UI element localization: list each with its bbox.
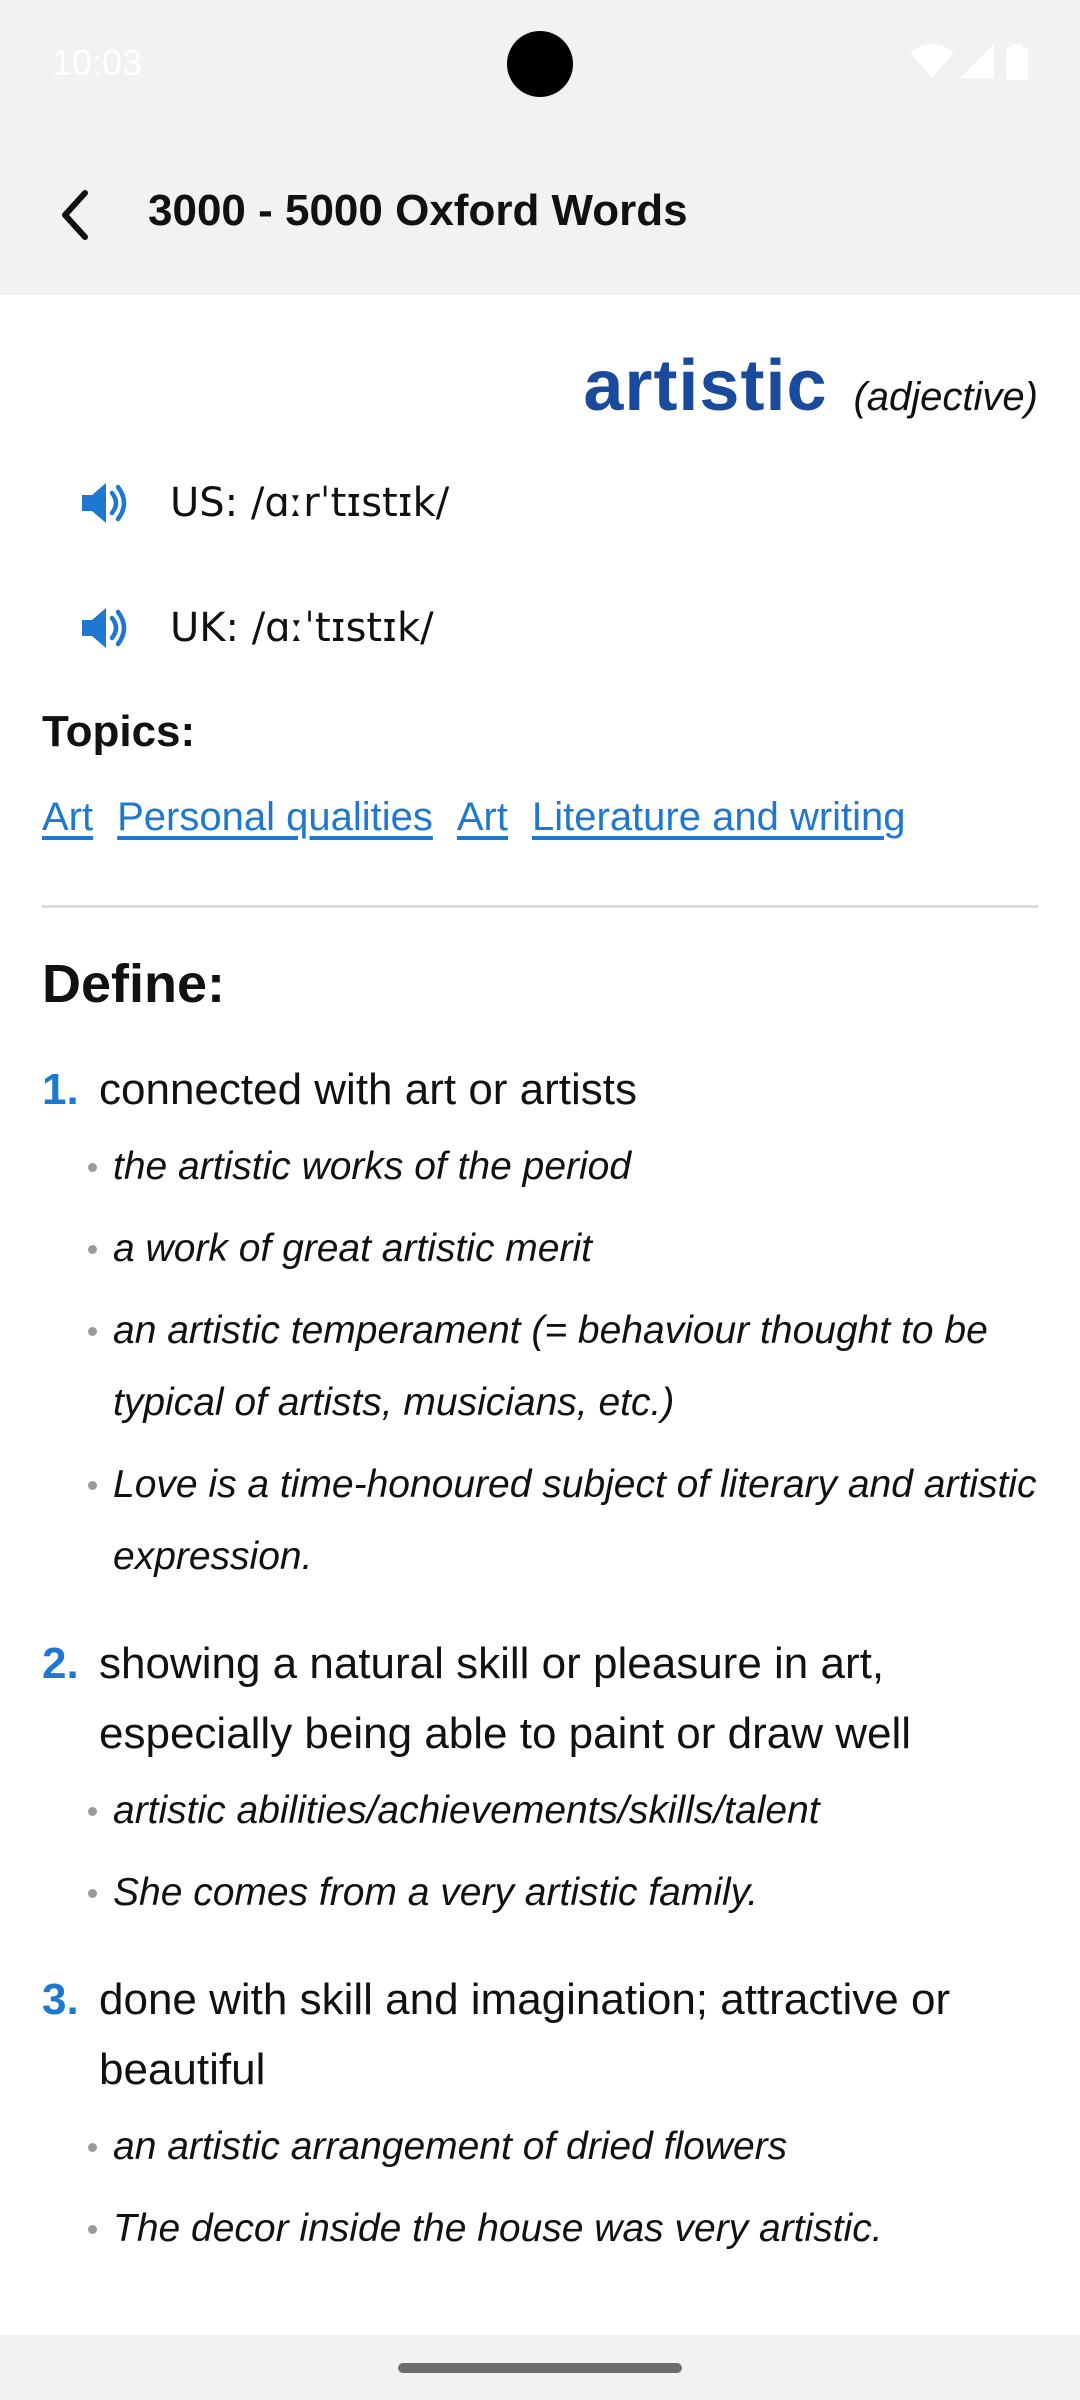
topic-link[interactable]: Literature and writing <box>532 795 906 840</box>
back-arrow-icon <box>62 190 88 240</box>
example-sentence: an artistic temperament (= behaviour tho… <box>42 1295 1038 1439</box>
sense-item: 1. connected with art or artists the art… <box>42 1055 1038 1593</box>
topic-link[interactable]: Art <box>42 795 93 840</box>
topic-link[interactable]: Personal qualities <box>117 795 433 840</box>
topics-list: Art Personal qualities Art Literature an… <box>42 795 906 840</box>
speaker-icon[interactable] <box>78 475 134 531</box>
headword-row: artistic (adjective) <box>583 345 1038 427</box>
divider <box>42 905 1038 908</box>
status-icons <box>910 44 1040 80</box>
pronunciation-us: US: /ɑːrˈtɪstɪk/ <box>78 475 449 531</box>
example-sentence: an artistic arrangement of dried flowers <box>42 2111 1038 2183</box>
define-label: Define: <box>42 954 226 1014</box>
navigation-bar <box>0 2335 1080 2400</box>
sense-item: 3. done with skill and imagination; attr… <box>42 1965 1038 2265</box>
sense-number: 2. <box>42 1639 79 1688</box>
example-sentence: artistic abilities/achievements/skills/t… <box>42 1775 1038 1847</box>
example-sentence: the artistic works of the period <box>42 1131 1038 1203</box>
sense-head: 2. showing a natural skill or pleasure i… <box>42 1629 1038 1769</box>
pronunciation-text: UK: /ɑːˈtɪstɪk/ <box>170 605 434 651</box>
sense-number: 1. <box>42 1065 79 1114</box>
home-indicator[interactable] <box>398 2363 682 2373</box>
signal-icon <box>960 44 994 78</box>
senses-list: 1. connected with art or artists the art… <box>42 1055 1038 2301</box>
topic-link[interactable]: Art <box>457 795 508 840</box>
sense-definition: connected with art or artists <box>99 1065 638 1114</box>
topics-label: Topics: <box>42 707 196 756</box>
battery-icon <box>1006 44 1028 80</box>
sense-definition: showing a natural skill or pleasure in a… <box>99 1639 912 1758</box>
examples-list: an artistic arrangement of dried flowers… <box>42 2111 1038 2265</box>
sense-number: 3. <box>42 1975 79 2024</box>
example-sentence: a work of great artistic merit <box>42 1213 1038 1285</box>
example-sentence: Love is a time-honoured subject of liter… <box>42 1449 1038 1593</box>
sense-item: 2. showing a natural skill or pleasure i… <box>42 1629 1038 1929</box>
camera-cutout <box>507 31 573 97</box>
examples-list: the artistic works of the period a work … <box>42 1131 1038 1593</box>
examples-list: artistic abilities/achievements/skills/t… <box>42 1775 1038 1929</box>
speaker-icon[interactable] <box>78 600 134 656</box>
back-button[interactable] <box>40 180 110 250</box>
sense-head: 1. connected with art or artists <box>42 1055 1038 1125</box>
example-sentence: She comes from a very artistic family. <box>42 1857 1038 1929</box>
sense-definition: done with skill and imagination; attract… <box>99 1975 951 2094</box>
status-bar: 10:03 <box>0 0 1080 130</box>
wifi-icon <box>910 44 954 78</box>
pronunciation-uk: UK: /ɑːˈtɪstɪk/ <box>78 600 434 656</box>
sense-head: 3. done with skill and imagination; attr… <box>42 1965 1038 2105</box>
part-of-speech: (adjective) <box>853 375 1038 419</box>
headword: artistic <box>583 346 828 426</box>
app-bar: 3000 - 5000 Oxford Words <box>0 150 1080 275</box>
example-sentence: The decor inside the house was very arti… <box>42 2193 1038 2265</box>
status-time: 10:03 <box>52 42 143 83</box>
pronunciation-text: US: /ɑːrˈtɪstɪk/ <box>170 480 450 526</box>
app-title: 3000 - 5000 Oxford Words <box>148 186 688 235</box>
